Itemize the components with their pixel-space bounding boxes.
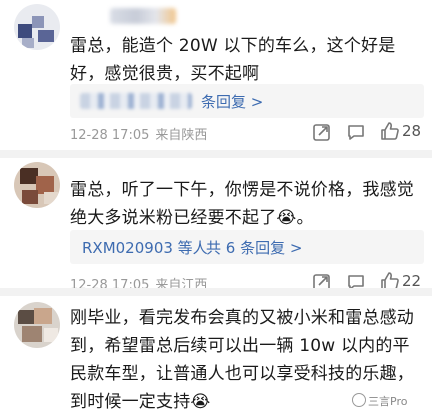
- comment-text: 雷总，听了一下午，你愣是不说价格，我感觉绝大多说米粉已经要不起了😭。: [70, 180, 414, 228]
- reply-users: [80, 93, 192, 109]
- reply-users[interactable]: RXM020903 等人: [82, 237, 208, 258]
- reply-count-link[interactable]: 共 6 条回复 >: [206, 237, 302, 258]
- avatar[interactable]: [14, 4, 60, 50]
- reply-preview[interactable]: 条回复 >: [70, 84, 424, 118]
- divider: [0, 150, 432, 158]
- like-count: 28: [402, 122, 422, 140]
- logo-icon: [352, 393, 366, 407]
- divider: [0, 288, 432, 296]
- share-icon[interactable]: [312, 122, 332, 146]
- comment-meta: 12-28 17:05 来自陕西: [70, 124, 207, 143]
- avatar[interactable]: [14, 162, 60, 208]
- comment-text: 雷总，能造个 20W 以下的车么，这个好是好，感觉很贵，买不起啊: [70, 36, 396, 84]
- comment-icon[interactable]: [346, 122, 366, 146]
- reply-count-link[interactable]: 条回复 >: [201, 91, 263, 112]
- timestamp: 12-28 17:05: [70, 128, 150, 143]
- comment-card: 雷总，听了一下午，你愣是不说价格，我感觉绝大多说米粉已经要不起了😭。 RXM02…: [0, 158, 432, 293]
- watermark: 三言Pro: [368, 395, 408, 408]
- avatar[interactable]: [14, 302, 60, 348]
- like-icon[interactable]: [380, 121, 400, 145]
- username[interactable]: [110, 8, 176, 24]
- comment-card: 雷总，能造个 20W 以下的车么，这个好是好，感觉很贵，买不起啊 条回复 > 1…: [0, 0, 432, 150]
- location: 来自陕西: [155, 128, 208, 143]
- reply-preview[interactable]: RXM020903 等人 共 6 条回复 >: [70, 230, 424, 264]
